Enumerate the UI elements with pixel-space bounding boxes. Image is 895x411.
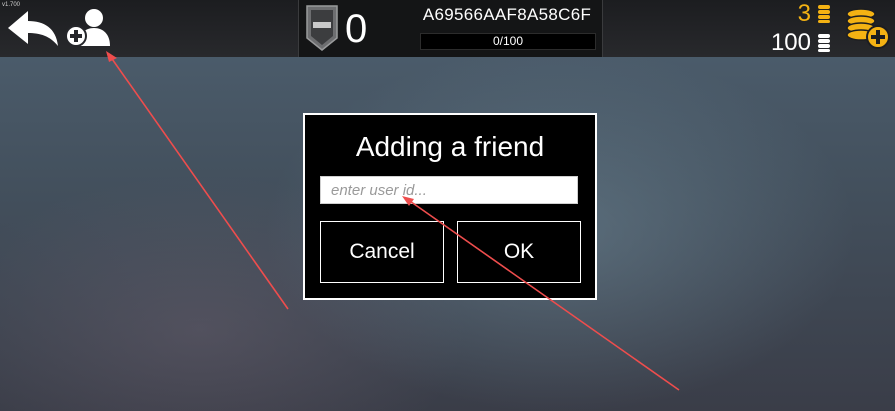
player-user-id: A69566AAF8A58C6F — [422, 5, 592, 24]
back-arrow-icon — [8, 11, 58, 46]
add-coins-icon — [846, 8, 890, 49]
gold-balance: 3 — [797, 0, 831, 27]
arrow-to-add-friend — [106, 51, 289, 310]
cancel-button[interactable]: Cancel — [320, 221, 444, 283]
silver-coin-stack-icon — [818, 34, 830, 52]
silver-amount: 100 — [770, 29, 811, 56]
add-friend-dialog: Adding a friend Cancel OK — [303, 113, 597, 300]
silver-balance: 100 — [770, 29, 831, 56]
ok-button[interactable]: OK — [457, 221, 581, 283]
dialog-title: Adding a friend — [355, 131, 545, 162]
xp-progress-text: 0/100 — [492, 34, 524, 48]
gold-coin-stack-icon — [818, 5, 830, 23]
user-id-input[interactable] — [320, 176, 578, 204]
add-friend-button[interactable] — [64, 6, 114, 50]
rank-shield-icon — [306, 5, 338, 51]
xp-progress-bar: 0/100 — [420, 33, 596, 50]
add-coins-button[interactable] — [844, 6, 890, 50]
back-button[interactable] — [6, 8, 60, 48]
gold-amount: 3 — [797, 0, 811, 27]
player-level: 0 — [345, 7, 368, 51]
profile-panel: 0 A69566AAF8A58C6F 0/100 — [298, 0, 603, 57]
add-friend-icon — [65, 9, 110, 47]
top-bar: v1.700 0 A69566AAF8A58C6F 0/100 3 100 — [0, 0, 895, 57]
